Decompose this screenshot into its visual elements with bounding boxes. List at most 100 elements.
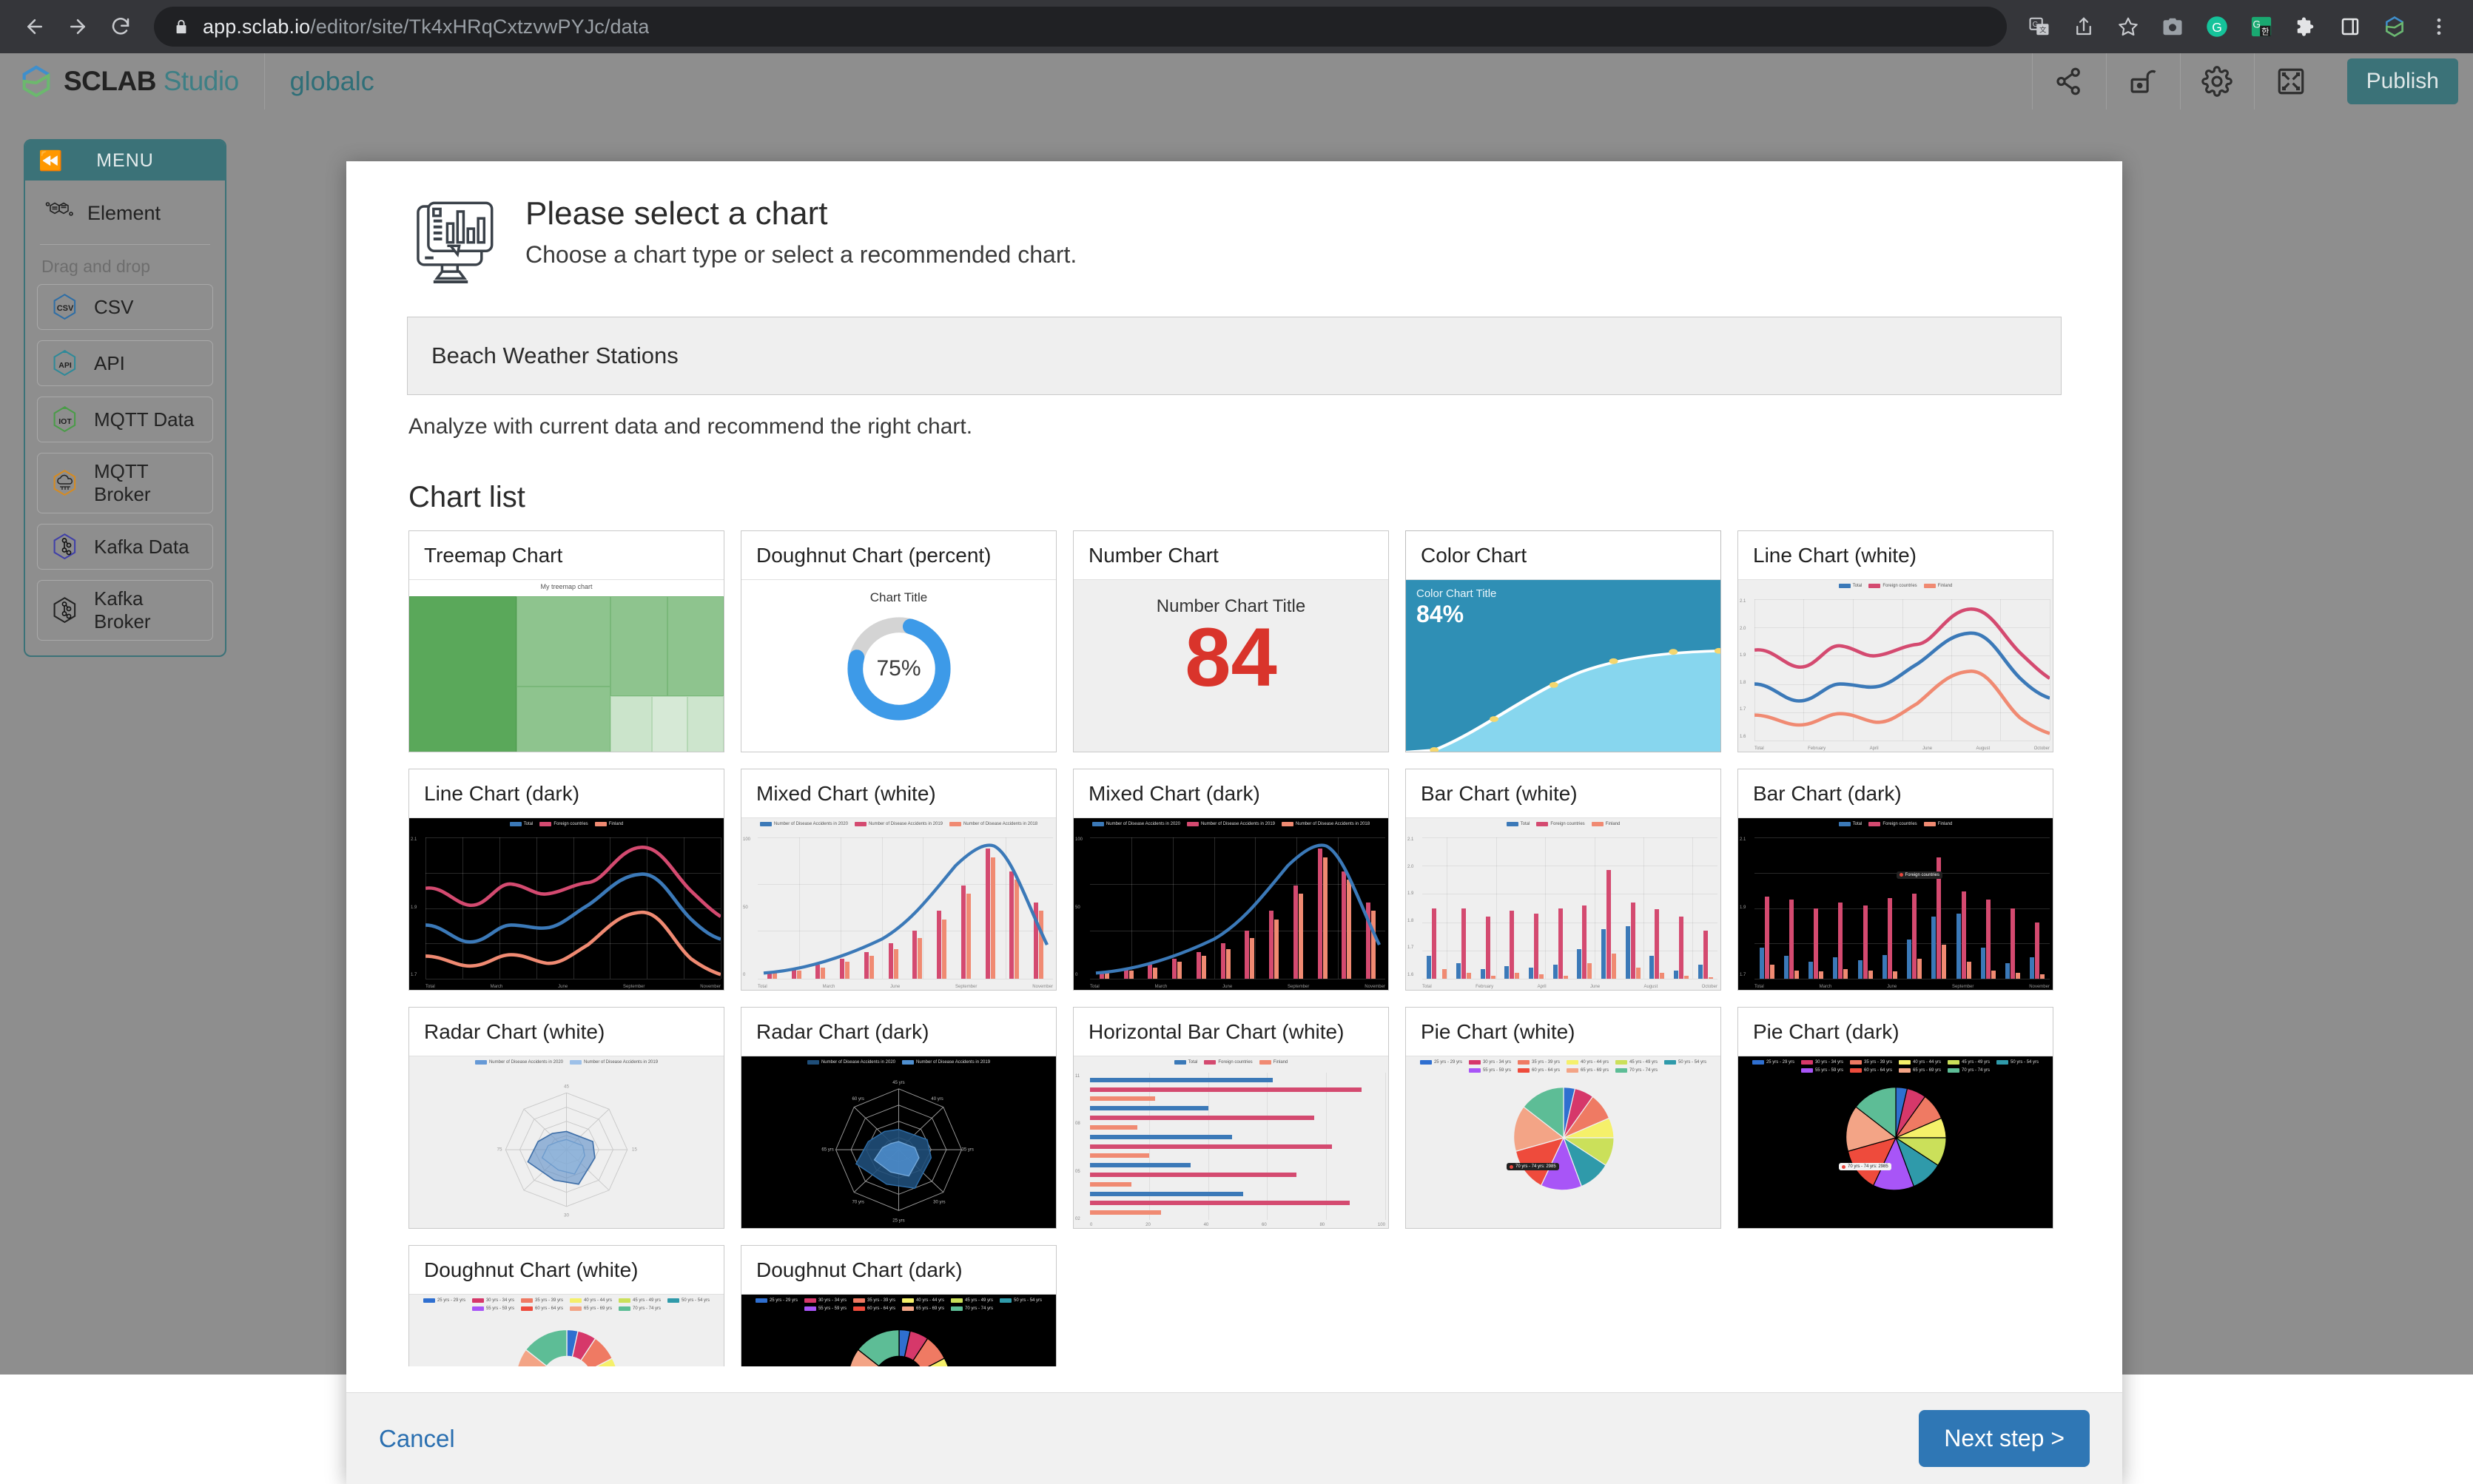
publish-button[interactable]: Publish: [2346, 58, 2458, 104]
chart-legend: Total Foreign countries Finland: [409, 822, 724, 826]
sidebar-body: Element Drag and drop CSV CSV API API IO…: [25, 181, 225, 655]
settings-gear-icon[interactable]: [2179, 53, 2254, 109]
chart-card-title: Radar Chart (white): [409, 1008, 724, 1056]
back-button[interactable]: [13, 5, 56, 48]
sidebar-item-api[interactable]: API API: [37, 340, 213, 386]
translate-icon[interactable]: G文: [2019, 6, 2060, 47]
svg-text:G: G: [2212, 20, 2222, 35]
chart-card-radar-dark[interactable]: Radar Chart (dark) Number of Disease Acc…: [741, 1007, 1057, 1229]
chart-card-line-white[interactable]: Line Chart (white) Total Foreign countri…: [1737, 530, 2053, 752]
brand-suffix: Studio: [163, 66, 239, 96]
chart-card-pie-dark[interactable]: Pie Chart (dark) 25 yrs - 29 yrs 30 yrs …: [1737, 1007, 2053, 1229]
svg-text:45 yrs: 45 yrs: [892, 1081, 904, 1085]
share-icon[interactable]: [2063, 6, 2104, 47]
browser-toolbar: app.sclab.io/editor/site/Tk4xHRqCxtzvwPY…: [0, 0, 2473, 53]
chart-card-doughnut-dark[interactable]: Doughnut Chart (dark) 25 yrs - 29 yrs 30…: [741, 1245, 1057, 1366]
address-bar[interactable]: app.sclab.io/editor/site/Tk4xHRqCxtzvwPY…: [154, 7, 2007, 47]
chart-card-bar-white[interactable]: Bar Chart (white) Total Foreign countrie…: [1405, 769, 1721, 991]
kafka-hex-icon: [48, 531, 82, 562]
analyze-hint: Analyze with current data and recommend …: [408, 414, 973, 439]
sidebar-item-mqtt-data[interactable]: IOT MQTT Data: [37, 397, 213, 442]
chart-card-title: Mixed Chart (dark): [1074, 769, 1388, 818]
chart-thumbnail: Color Chart Title 84%: [1406, 580, 1720, 752]
chart-thumbnail: Total Foreign countries Finland 2.1 1.9 1.…: [409, 818, 724, 990]
chart-card-title: Pie Chart (dark): [1738, 1008, 2053, 1056]
sidebar-item-csv[interactable]: CSV CSV: [37, 284, 213, 330]
sidebar-item-mqtt-broker[interactable]: MQTT Broker: [37, 453, 213, 513]
element-hex-icon: [41, 198, 75, 228]
sidebar-menu-title: MENU: [96, 149, 154, 171]
url-path: /editor/site/Tk4xHRqCxtzvwPYJc/data: [310, 15, 650, 38]
chart-card-title: Color Chart: [1406, 531, 1720, 580]
sidebar-item-label: Kafka Data: [94, 535, 189, 558]
korean-translate-icon[interactable]: G한: [2241, 6, 2282, 47]
chart-list-scroll-area[interactable]: Treemap Chart My treemap chart Doughnut …: [408, 530, 2066, 1366]
site-name[interactable]: globalc: [265, 53, 400, 109]
drag-and-drop-label: Drag and drop: [41, 257, 151, 276]
modal-footer: Cancel Next step >: [346, 1392, 2122, 1484]
doughnut-center-value: 75%: [876, 656, 921, 681]
chart-hbars: [1090, 1073, 1385, 1220]
chart-x-axis: Total March June September November: [1090, 985, 1385, 989]
chart-card-color[interactable]: Color Chart Color Chart Title 84%: [1405, 530, 1721, 752]
side-panel-icon[interactable]: [2329, 6, 2371, 47]
chart-card-radar-white[interactable]: Radar Chart (white) Number of Disease Ac…: [408, 1007, 724, 1229]
chart-card-title: Radar Chart (dark): [741, 1008, 1056, 1056]
chart-card-line-dark[interactable]: Line Chart (dark) Total Foreign countrie…: [408, 769, 724, 991]
brand[interactable]: SCLAB Studio: [0, 53, 265, 109]
next-step-button[interactable]: Next step >: [1919, 1410, 2090, 1467]
chart-monitor-icon: [413, 201, 499, 284]
chart-card-doughnut-percent[interactable]: Doughnut Chart (percent) Chart Title 75%: [741, 530, 1057, 752]
chart-bars: [1754, 837, 2050, 979]
chart-card-bar-dark[interactable]: Bar Chart (dark) Total Foreign countries…: [1737, 769, 2053, 991]
chart-card-hbar-white[interactable]: Horizontal Bar Chart (white) Total Forei…: [1073, 1007, 1389, 1229]
chart-card-number[interactable]: Number Chart Number Chart Title 84: [1073, 530, 1389, 752]
chart-card-mixed-white[interactable]: Mixed Chart (white) Number of Disease Ac…: [741, 769, 1057, 991]
modal-subtitle: Choose a chart type or select a recommen…: [525, 241, 1077, 268]
color-chart-inner-title: Color Chart Title: [1416, 587, 1497, 600]
chart-grid: Treemap Chart My treemap chart Doughnut …: [408, 530, 2066, 1366]
chart-thumbnail: Chart Title 75%: [741, 580, 1056, 752]
sidebar: ⏪ MENU Element Drag and drop CSV CSV API…: [24, 139, 226, 657]
chart-tooltip: 70 yrs - 74 yrs: 2985: [1839, 1163, 1891, 1171]
chart-thumbnail: 25 yrs - 29 yrs 30 yrs - 34 yrs 35 yrs -…: [1738, 1056, 2053, 1228]
chart-y-axis: 100 50 0: [743, 837, 751, 977]
svg-text:30 yrs: 30 yrs: [933, 1201, 945, 1205]
fullscreen-icon[interactable]: [2253, 53, 2328, 109]
iot-hex-icon: IOT: [48, 404, 82, 435]
chart-card-treemap[interactable]: Treemap Chart My treemap chart: [408, 530, 724, 752]
chart-card-title: Doughnut Chart (white): [409, 1246, 724, 1295]
chart-card-title: Number Chart: [1074, 531, 1388, 580]
sclab-extension-icon[interactable]: [2374, 6, 2415, 47]
modal-title: Please select a chart: [525, 195, 828, 232]
treemap-inner-title: My treemap chart: [540, 583, 593, 590]
dataset-name-value: Beach Weather Stations: [431, 343, 679, 368]
screenshot-camera-icon[interactable]: [2152, 6, 2193, 47]
reload-button[interactable]: [99, 5, 142, 48]
svg-text:60 yrs: 60 yrs: [852, 1097, 864, 1102]
grammarly-icon[interactable]: G: [2196, 6, 2238, 47]
chart-card-pie-white[interactable]: Pie Chart (white) 25 yrs - 29 yrs 30 yrs…: [1405, 1007, 1721, 1229]
svg-text:CSV: CSV: [57, 304, 74, 313]
chart-bars: [1422, 837, 1717, 979]
chart-card-doughnut-white[interactable]: Doughnut Chart (white) 25 yrs - 29 yrs 3…: [408, 1245, 724, 1366]
sidebar-item-kafka-data[interactable]: Kafka Data: [37, 524, 213, 570]
forward-button[interactable]: [56, 5, 99, 48]
chart-thumbnail: Number of Disease Accidents in 2020 Numb…: [741, 818, 1056, 990]
extensions-puzzle-icon[interactable]: [2285, 6, 2326, 47]
sidebar-item-kafka-broker[interactable]: Kafka Broker: [37, 580, 213, 641]
more-menu-icon[interactable]: [2418, 6, 2460, 47]
chart-y-axis: 11 08 05 02: [1075, 1074, 1080, 1221]
unlock-icon[interactable]: [2105, 53, 2180, 109]
chart-card-title: Horizontal Bar Chart (white): [1074, 1008, 1388, 1056]
chart-thumbnail: Total Foreign countries Finland 2.1 2.0 1.…: [1738, 580, 2053, 752]
chart-thumbnail: Number of Disease Accidents in 2020 Numb…: [1074, 818, 1388, 990]
dataset-name-field[interactable]: Beach Weather Stations: [407, 317, 2062, 395]
chart-card-title: Doughnut Chart (percent): [741, 531, 1056, 580]
sidebar-item-element[interactable]: Element: [37, 191, 213, 235]
sidebar-item-label: Kafka Broker: [94, 587, 151, 633]
share-icon[interactable]: [2031, 53, 2106, 109]
chart-card-mixed-dark[interactable]: Mixed Chart (dark) Number of Disease Acc…: [1073, 769, 1389, 991]
cancel-button[interactable]: Cancel: [379, 1425, 455, 1453]
bookmark-star-icon[interactable]: [2107, 6, 2149, 47]
